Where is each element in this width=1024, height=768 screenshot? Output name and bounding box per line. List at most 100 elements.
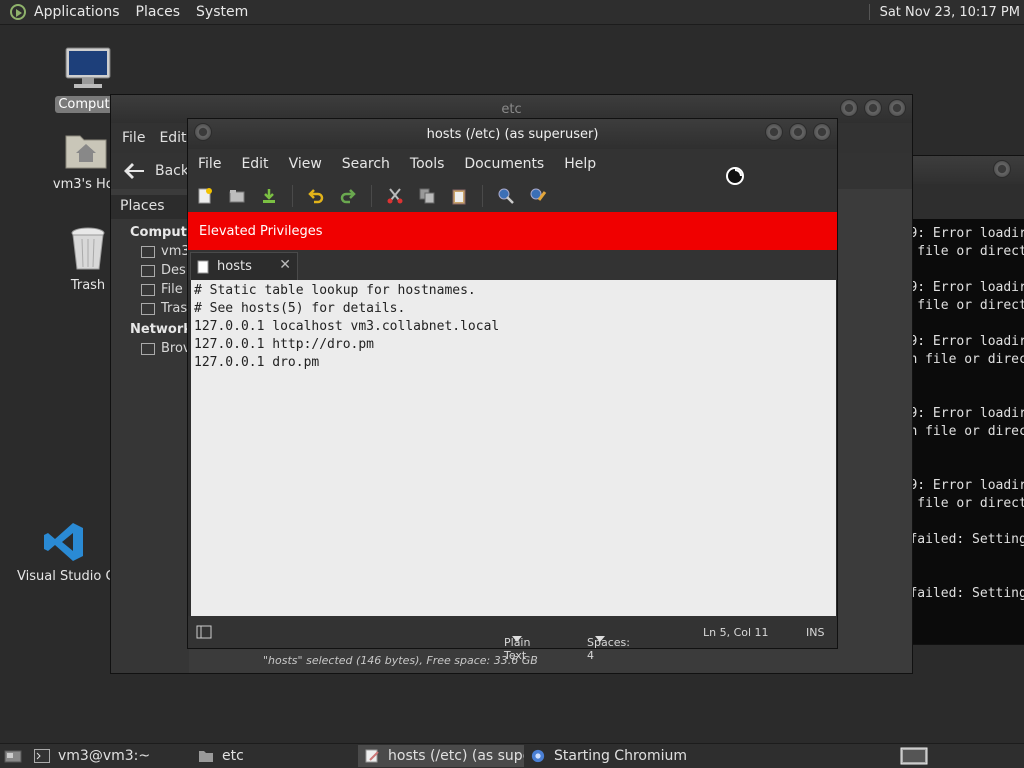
sidebar-item-home[interactable]: vm3 xyxy=(111,240,189,259)
maximize-icon[interactable] xyxy=(789,123,807,141)
drive-icon xyxy=(141,283,155,296)
paste-icon[interactable] xyxy=(450,187,468,205)
terminal-icon xyxy=(34,749,50,763)
taskbar-item-gedit[interactable]: hosts (/etc) (as supe... xyxy=(358,745,524,767)
menu-file[interactable]: File xyxy=(198,156,221,172)
folder-icon xyxy=(199,751,213,762)
menu-documents[interactable]: Documents xyxy=(464,156,544,172)
menu-search[interactable]: Search xyxy=(342,156,390,172)
save-icon[interactable] xyxy=(260,187,278,205)
gedit-titlebar[interactable]: hosts (/etc) (as superuser) xyxy=(188,119,837,149)
vscode-icon xyxy=(44,523,83,561)
find-icon[interactable] xyxy=(497,187,515,205)
workspace-switcher-icon[interactable] xyxy=(900,747,928,765)
sidebar-item-label: Brov xyxy=(161,341,189,356)
window-button-icon[interactable] xyxy=(993,160,1011,178)
text-editor[interactable]: # Static table lookup for hostnames. # S… xyxy=(191,280,836,616)
gedit-window[interactable]: hosts (/etc) (as superuser) File Edit Vi… xyxy=(187,118,838,662)
applications-menu[interactable]: Applications xyxy=(34,4,120,20)
desktop-icon-label: Trash xyxy=(70,278,106,293)
trash-icon xyxy=(141,302,155,315)
places-menu[interactable]: Places xyxy=(136,4,181,20)
sidebar-item-label: File xyxy=(161,282,183,297)
sidebar-item-filesystem[interactable]: File xyxy=(111,278,189,297)
window-title: etc xyxy=(501,101,522,117)
chromium-icon xyxy=(531,749,545,763)
desktop-icon-vscode[interactable]: Visual Studio Co xyxy=(14,520,123,585)
document-tabs: hosts ✕ xyxy=(188,250,837,280)
desktop-icon-label: Visual Studio Co xyxy=(17,569,123,584)
sidebar-group-network: Network xyxy=(130,322,192,337)
tab-width-label: Spaces: 4 xyxy=(587,636,630,662)
network-icon xyxy=(141,342,155,355)
back-label: Back xyxy=(155,163,189,179)
menu-file[interactable]: File xyxy=(122,130,145,146)
tab-hosts[interactable]: hosts ✕ xyxy=(190,252,298,280)
sidebar-item-trash[interactable]: Tras xyxy=(111,297,189,316)
sidebar-item-desktop[interactable]: Des xyxy=(111,259,189,278)
taskbar-item-chromium[interactable]: Starting Chromium xyxy=(524,745,690,767)
distro-logo-icon[interactable] xyxy=(10,4,26,20)
menu-tools[interactable]: Tools xyxy=(410,156,445,172)
taskbar-item-terminal[interactable]: vm3@vm3:~ xyxy=(28,745,192,767)
taskbar-label: etc xyxy=(222,748,244,764)
undo-icon[interactable] xyxy=(307,187,325,205)
close-icon[interactable] xyxy=(888,99,906,117)
show-desktop-icon[interactable] xyxy=(4,748,22,764)
menu-help[interactable]: Help xyxy=(564,156,596,172)
toolbar-separator xyxy=(482,184,483,207)
open-folder-icon[interactable] xyxy=(228,187,246,205)
taskbar-label: hosts (/etc) (as supe... xyxy=(388,748,524,764)
panel-separator xyxy=(868,4,870,20)
maximize-icon[interactable] xyxy=(864,99,882,117)
menu-edit[interactable]: Edit xyxy=(159,130,186,146)
taskbar-label: vm3@vm3:~ xyxy=(58,748,151,764)
redo-icon[interactable] xyxy=(339,187,357,205)
places-header[interactable]: Places xyxy=(111,195,189,219)
back-button[interactable]: Back xyxy=(123,162,189,180)
back-arrow-icon xyxy=(124,163,144,179)
text-editor-icon xyxy=(365,749,379,763)
sidebar-group-computer: Compute xyxy=(130,225,196,240)
tab-label: hosts xyxy=(217,259,252,274)
busy-cursor-icon xyxy=(726,167,744,185)
gedit-statusbar: Plain Text Spaces: 4 Ln 5, Col 11 INS xyxy=(188,616,837,662)
toolbar-separator xyxy=(292,184,293,207)
elevated-privileges-banner: Elevated Privileges xyxy=(188,212,837,250)
desktop-icon xyxy=(141,264,155,277)
top-panel: Applications Places System Sat Nov 23, 1… xyxy=(0,0,1024,25)
window-menu-icon[interactable] xyxy=(194,123,212,141)
cursor-position: Ln 5, Col 11 xyxy=(703,626,769,639)
side-panel-toggle-icon[interactable] xyxy=(196,624,212,640)
taskbar-item-etc[interactable]: etc xyxy=(192,745,358,767)
taskbar-label: Starting Chromium xyxy=(554,748,687,764)
toolbar-separator xyxy=(371,184,372,207)
sidebar-item-browse-network[interactable]: Brov xyxy=(111,337,189,356)
cut-icon[interactable] xyxy=(386,187,404,205)
sidebar-item-label: Des xyxy=(161,263,186,278)
copy-icon[interactable] xyxy=(418,187,436,205)
sidebar-item-label: vm3 xyxy=(161,244,189,259)
new-document-icon[interactable] xyxy=(196,187,214,205)
sidebar-item-label: Tras xyxy=(161,301,188,316)
menu-view[interactable]: View xyxy=(289,156,322,172)
clock[interactable]: Sat Nov 23, 10:17 PM xyxy=(880,5,1020,20)
file-manager-status: "hosts" selected (146 bytes), Free space… xyxy=(263,654,538,667)
chevron-down-icon xyxy=(595,636,605,642)
minimize-icon[interactable] xyxy=(840,99,858,117)
close-icon[interactable] xyxy=(813,123,831,141)
chevron-down-icon xyxy=(512,636,522,642)
system-menu[interactable]: System xyxy=(196,4,248,20)
document-icon xyxy=(197,260,209,273)
window-controls xyxy=(840,99,906,117)
places-sidebar: Places Compute vm3 Des File Tras Network… xyxy=(111,195,196,673)
window-title: hosts (/etc) (as superuser) xyxy=(426,126,599,142)
computer-icon xyxy=(65,47,111,88)
find-replace-icon[interactable] xyxy=(529,187,547,205)
minimize-icon[interactable] xyxy=(765,123,783,141)
home-folder-icon xyxy=(65,135,107,169)
home-icon xyxy=(141,245,155,258)
menu-edit[interactable]: Edit xyxy=(241,156,268,172)
bottom-panel: vm3@vm3:~ etc hosts (/etc) (as supe... S… xyxy=(0,743,1024,768)
tab-close-icon[interactable]: ✕ xyxy=(279,257,291,273)
